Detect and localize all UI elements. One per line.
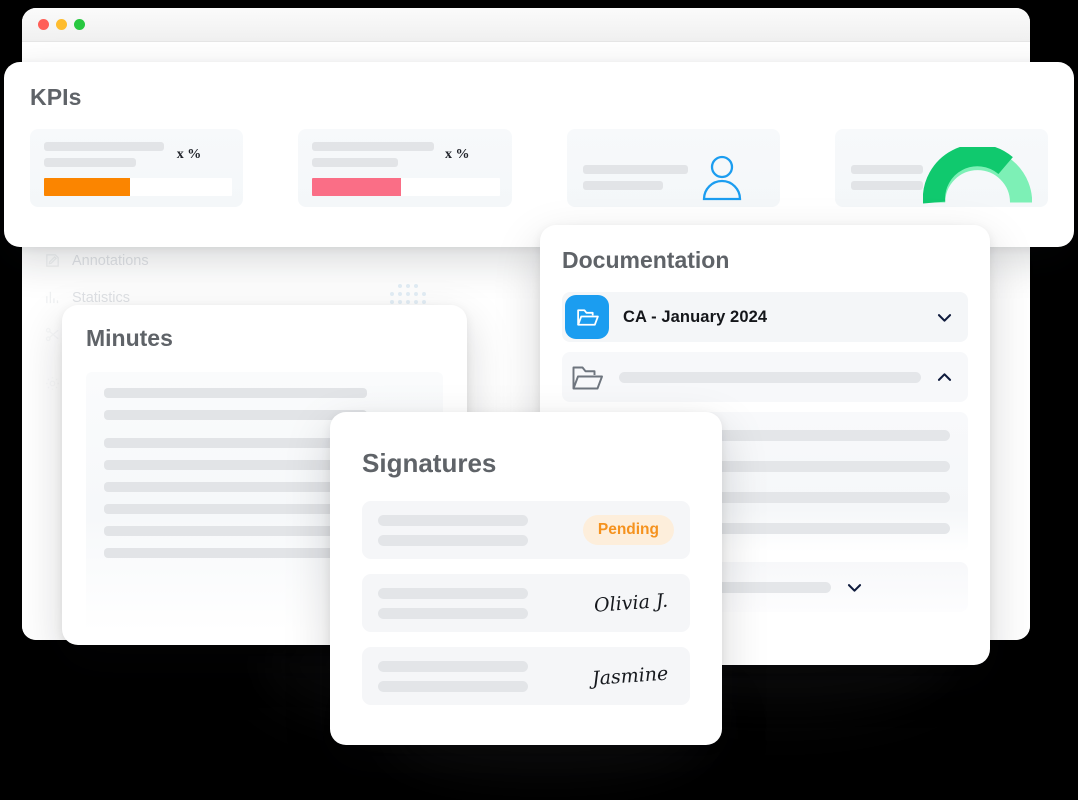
- status-badge: Pending: [582, 515, 674, 545]
- screenshot-stage: Annotations Statistics KPIs x % x % Minu…: [0, 0, 1078, 800]
- kpi-progress-fill: [312, 178, 401, 196]
- kpi-card-gauge[interactable]: [834, 129, 1048, 207]
- kpi-percent-label: x %: [176, 146, 202, 162]
- folder-open-blue-icon: [565, 295, 609, 339]
- chevron-down-icon[interactable]: [935, 308, 954, 327]
- person-icon: [700, 153, 744, 201]
- browser-titlebar: [22, 8, 1030, 42]
- signature-row-pending[interactable]: Pending: [362, 501, 690, 559]
- chevron-down-icon[interactable]: [845, 578, 864, 597]
- folder-open-outline-icon: [569, 360, 605, 394]
- scissors-icon: [44, 326, 61, 343]
- traffic-light-minimize-icon[interactable]: [56, 19, 67, 30]
- chevron-up-icon[interactable]: [935, 368, 954, 387]
- signature-row-olivia[interactable]: Olivia J.: [362, 574, 690, 632]
- settings-icon: [44, 375, 61, 392]
- traffic-light-close-icon[interactable]: [38, 19, 49, 30]
- signature-row-skeleton: [378, 514, 569, 546]
- kpis-panel: KPIs x % x %: [4, 62, 1074, 247]
- kpi-percent-label: x %: [445, 146, 470, 162]
- bar-chart-icon: [44, 289, 61, 306]
- signature-row-skeleton: [378, 660, 578, 692]
- documentation-row-label: CA - January 2024: [623, 307, 768, 326]
- kpi-progress-fill: [44, 178, 131, 196]
- kpi-label-skeleton: [44, 142, 164, 167]
- traffic-light-maximize-icon[interactable]: [74, 19, 85, 30]
- minutes-title: Minutes: [86, 325, 173, 351]
- kpi-label-skeleton: [850, 164, 923, 190]
- documentation-row-skeleton-line: [619, 371, 921, 383]
- annotation-icon: [44, 252, 61, 269]
- sidebar-item-label: Statistics: [72, 289, 131, 306]
- skeleton-line: [104, 388, 368, 398]
- gauge-icon: [922, 144, 1032, 207]
- signature-row-skeleton: [378, 587, 580, 619]
- signatures-card: Signatures Pending Olivia J. Jasmine: [330, 412, 722, 745]
- kpi-label-skeleton: [582, 164, 688, 190]
- kpi-card-user[interactable]: [566, 129, 780, 207]
- kpi-grid: x % x %: [30, 129, 1048, 207]
- kpi-card-pink[interactable]: x %: [298, 129, 512, 207]
- sidebar-item-annotations[interactable]: Annotations: [44, 242, 374, 279]
- documentation-row-ca-january-2024[interactable]: CA - January 2024: [562, 292, 968, 342]
- signature-image-jasmine: Jasmine: [591, 662, 669, 690]
- kpi-card-orange[interactable]: x %: [30, 129, 244, 207]
- signature-image-olivia: Olivia J.: [593, 589, 669, 617]
- page-title: KPIs: [30, 84, 82, 110]
- kpi-progress-track: [312, 178, 501, 196]
- signature-row-jasmine[interactable]: Jasmine: [362, 647, 690, 705]
- skeleton-line: [104, 410, 368, 420]
- kpi-progress-track: [44, 178, 232, 196]
- documentation-row-skeleton[interactable]: [562, 352, 968, 402]
- documentation-title: Documentation: [562, 247, 730, 273]
- sidebar-item-label: Annotations: [72, 252, 149, 269]
- kpi-label-skeleton: [312, 142, 435, 167]
- signatures-title: Signatures: [362, 448, 497, 478]
